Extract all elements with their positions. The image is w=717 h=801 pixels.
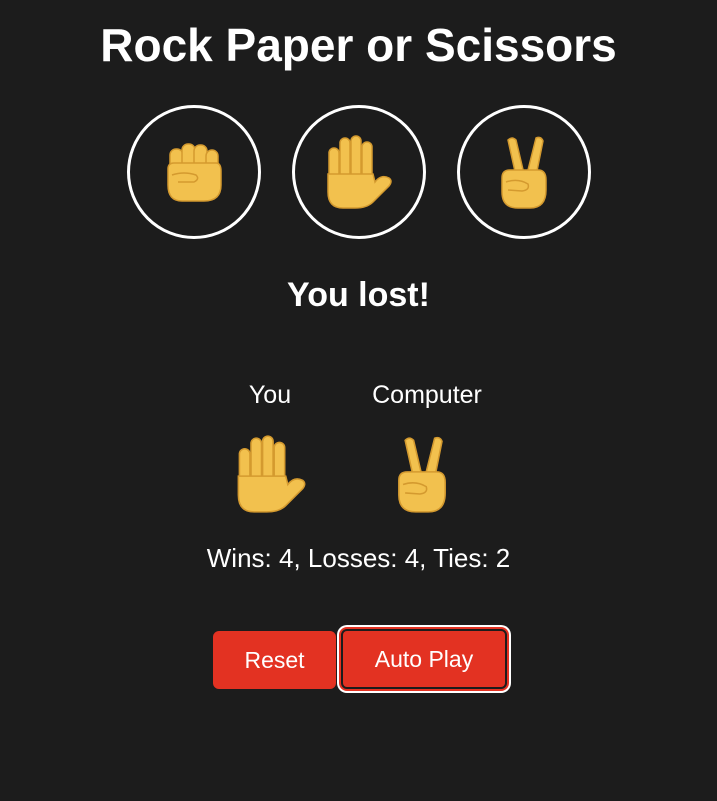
raised-hand-icon — [323, 134, 395, 210]
rock-button[interactable] — [127, 105, 261, 239]
you-label: You — [248, 381, 292, 409]
raised-hand-icon — [233, 435, 309, 518]
auto-play-button[interactable]: Auto Play — [341, 629, 507, 689]
computer-label: Computer — [372, 381, 482, 409]
scissors-button[interactable] — [457, 105, 591, 239]
victory-hand-icon — [496, 134, 552, 210]
page-title: Rock Paper or Scissors — [100, 19, 617, 71]
victory-hand-icon — [392, 436, 452, 518]
score-text: Wins: 4, Losses: 4, Ties: 2 — [206, 543, 511, 573]
paper-button[interactable] — [292, 105, 426, 239]
raised-fist-icon — [164, 139, 224, 205]
computer-pick — [392, 434, 452, 519]
result-message: You lost! — [287, 276, 430, 314]
player-pick — [233, 434, 309, 519]
reset-button[interactable]: Reset — [213, 631, 336, 689]
